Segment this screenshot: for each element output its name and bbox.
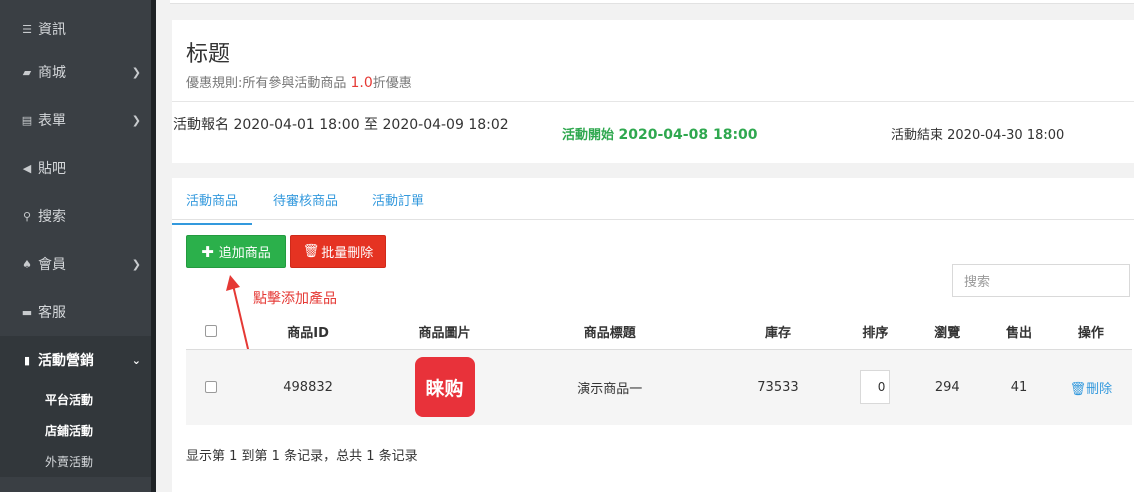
bell-icon: ♠: [22, 257, 32, 271]
chevron-down-icon: ⌄: [131, 353, 141, 367]
sidebar-subitem-takeout-activity[interactable]: 外賣活動: [0, 446, 151, 477]
form-icon: ▤: [21, 113, 33, 127]
column-header: 商品標題: [508, 314, 712, 350]
select-all-checkbox[interactable]: [204, 325, 217, 338]
cart-icon: ▰: [22, 65, 32, 79]
trash-icon: 🗑: [302, 244, 320, 259]
search-input[interactable]: 搜索: [952, 264, 1130, 297]
pagination-info: 显示第 1 到第 1 条记录，总共 1 条记录: [186, 449, 418, 464]
column-header: 商品圖片: [380, 314, 509, 350]
activity-end: 活動結束 2020-04-30 18:00: [891, 128, 1065, 143]
tab-pending-review[interactable]: 待審核商品: [273, 190, 338, 209]
sidebar-item-label: 貼吧: [38, 161, 66, 177]
table-header-row: 商品ID 商品圖片 商品標題 庫存 排序 瀏覽 售出 操作: [186, 314, 1132, 350]
sidebar-item-support[interactable]: ▬ 客服: [0, 288, 151, 336]
sidebar-item-mall[interactable]: ▰ 商城 ❯: [0, 48, 151, 96]
chevron-right-icon: ❯: [131, 257, 141, 271]
page-title: 标题: [186, 42, 231, 67]
sidebar-subitem-platform-activity[interactable]: 平台活動: [0, 384, 151, 415]
divider: [172, 101, 1134, 102]
tab-activity-orders[interactable]: 活動訂單: [372, 190, 424, 209]
annotation-text: 點擊添加產品: [253, 291, 337, 307]
product-stock: 73533: [711, 349, 845, 425]
add-product-button[interactable]: ✚ 追加商品: [186, 235, 286, 268]
table-row: 498832 睐购 演示商品一 73533 294 41 🗑刪除: [186, 349, 1132, 425]
batch-delete-button[interactable]: 🗑 批量刪除: [290, 235, 386, 268]
column-header: 售出: [988, 314, 1050, 350]
product-views: 294: [906, 349, 989, 425]
search-icon: ⚲: [22, 209, 32, 223]
tab-activity-products[interactable]: 活動商品: [172, 190, 253, 225]
delete-link[interactable]: 🗑刪除: [1070, 382, 1113, 397]
registration-period: 活動報名 2020-04-01 18:00 至 2020-04-09 18:02: [173, 117, 509, 133]
product-id: 498832: [235, 349, 381, 425]
row-checkbox[interactable]: [204, 381, 217, 394]
megaphone-icon: ◀: [22, 161, 32, 175]
sidebar-item-label: 表單: [38, 113, 66, 129]
column-header: 操作: [1049, 314, 1132, 350]
chevron-right-icon: ❯: [131, 65, 141, 79]
activity-info-card: 标题 優惠規則:所有參與活動商品 1.0折優惠 活動報名 2020-04-01 …: [172, 20, 1134, 163]
sidebar: ☰ 資訊 ▰ 商城 ❯ ▤ 表單 ❯ ◀ 貼吧 ⚲ 搜索 ♠ 會員 ❯ ▬ 客服…: [0, 0, 156, 492]
chat-icon: ▬: [21, 305, 33, 319]
sidebar-item-label: 客服: [38, 305, 66, 321]
bookmark-icon: ▮: [23, 353, 31, 367]
sidebar-item-search[interactable]: ⚲ 搜索: [0, 192, 151, 240]
top-bar: [170, 0, 1134, 4]
product-image[interactable]: 睐购: [414, 357, 475, 418]
sidebar-item-forum[interactable]: ◀ 貼吧: [0, 144, 151, 192]
list-icon: ☰: [22, 22, 32, 36]
sidebar-item-label: 搜索: [38, 209, 66, 225]
tab-bar: 活動商品 待審核商品 活動訂單: [172, 178, 1134, 225]
sidebar-item-label: 活動營銷: [38, 353, 94, 369]
sidebar-submenu: 平台活動 店鋪活動 外賣活動: [0, 384, 151, 477]
product-title: 演示商品一: [508, 349, 712, 425]
product-list-card: 活動商品 待審核商品 活動訂單 ✚ 追加商品 🗑 批量刪除 搜索 點擊添加產品 …: [172, 178, 1134, 492]
trash-icon: 🗑: [1069, 381, 1087, 397]
main-content: 标题 優惠規則:所有參與活動商品 1.0折優惠 活動報名 2020-04-01 …: [156, 0, 1134, 492]
sidebar-item-marketing[interactable]: ▮ 活動營銷 ⌄: [0, 336, 151, 384]
sidebar-item-label: 會員: [38, 257, 66, 273]
sidebar-item-label: 資訊: [38, 22, 66, 38]
column-header: 排序: [844, 314, 907, 350]
discount-value: 1.0: [350, 75, 373, 91]
discount-rule: 優惠規則:所有參與活動商品 1.0折優惠: [186, 75, 412, 91]
sidebar-item-label: 商城: [38, 65, 66, 81]
sidebar-subitem-store-activity[interactable]: 店鋪活動: [0, 415, 151, 446]
column-header: 瀏覽: [906, 314, 989, 350]
product-table: 商品ID 商品圖片 商品標題 庫存 排序 瀏覽 售出 操作 498832 睐购 …: [186, 314, 1132, 425]
column-header: 商品ID: [235, 314, 381, 350]
product-sold: 41: [988, 349, 1050, 425]
plus-icon: ✚: [201, 242, 214, 261]
chevron-right-icon: ❯: [131, 113, 141, 127]
activity-start: 活動開始 2020-04-08 18:00: [562, 127, 758, 143]
column-header: 庫存: [711, 314, 845, 350]
sidebar-item-forms[interactable]: ▤ 表單 ❯: [0, 96, 151, 144]
sidebar-item-members[interactable]: ♠ 會員 ❯: [0, 240, 151, 288]
sort-input[interactable]: [860, 370, 891, 405]
